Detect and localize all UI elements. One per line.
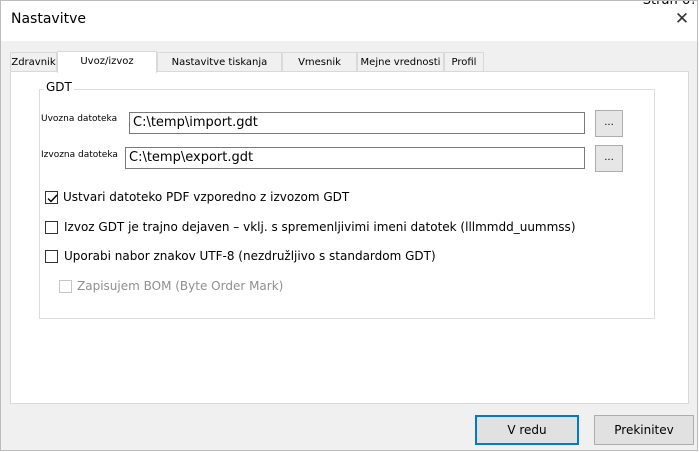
utf8-checkbox[interactable] bbox=[45, 250, 58, 263]
bom-checkbox[interactable] bbox=[59, 280, 72, 293]
tab-zdravnik[interactable]: Zdravnik bbox=[10, 52, 57, 71]
window-title: Nastavitve bbox=[11, 11, 86, 27]
pdf-export-label: Ustvari datoteko PDF vzporedno z izvozom… bbox=[63, 190, 350, 204]
permanent-export-checkbox[interactable] bbox=[45, 221, 58, 234]
tab-nastavitve-tiskanja[interactable]: Nastavitve tiskanja bbox=[157, 52, 282, 71]
ok-button[interactable]: V redu bbox=[475, 415, 579, 445]
pdf-export-checkbox[interactable] bbox=[45, 191, 58, 204]
tab-uvoz-izvoz[interactable]: Uvoz/izvoz bbox=[57, 51, 157, 73]
title-bar: Nastavitve Stran 6? ✕ bbox=[1, 1, 697, 41]
checkmark-icon bbox=[47, 194, 58, 203]
import-browse-button[interactable]: ... bbox=[595, 110, 623, 137]
close-icon[interactable]: ✕ bbox=[673, 10, 691, 28]
tab-vmesnik[interactable]: Vmesnik bbox=[282, 52, 357, 71]
gdt-group-title: GDT bbox=[44, 80, 74, 94]
export-file-field[interactable]: C:\temp\export.gdt bbox=[125, 147, 585, 169]
tab-mejne-vrednosti[interactable]: Mejne vrednosti bbox=[357, 52, 444, 71]
permanent-export-label: Izvoz GDT je trajno dejaven – vklj. s sp… bbox=[64, 220, 576, 234]
settings-dialog: Nastavitve Stran 6? ✕ Zdravnik Uvoz/izvo… bbox=[0, 0, 698, 451]
import-file-field[interactable]: C:\temp\import.gdt bbox=[129, 112, 585, 134]
cancel-button[interactable]: Prekinitev bbox=[594, 415, 694, 445]
tab-panel-uvoz-izvoz: GDT Uvozna datoteka C:\temp\import.gdt .… bbox=[10, 71, 689, 404]
bom-label: Zapisujem BOM (Byte Order Mark) bbox=[77, 279, 284, 293]
export-file-label: Izvozna datoteka bbox=[41, 150, 118, 160]
utf8-label: Uporabi nabor znakov UTF-8 (nezdružljivo… bbox=[64, 249, 436, 263]
export-browse-button[interactable]: ... bbox=[595, 145, 623, 172]
corner-text: Stran 6? bbox=[642, 0, 697, 8]
tab-profil[interactable]: Profil bbox=[444, 52, 484, 71]
import-file-label: Uvozna datoteka bbox=[41, 114, 118, 124]
